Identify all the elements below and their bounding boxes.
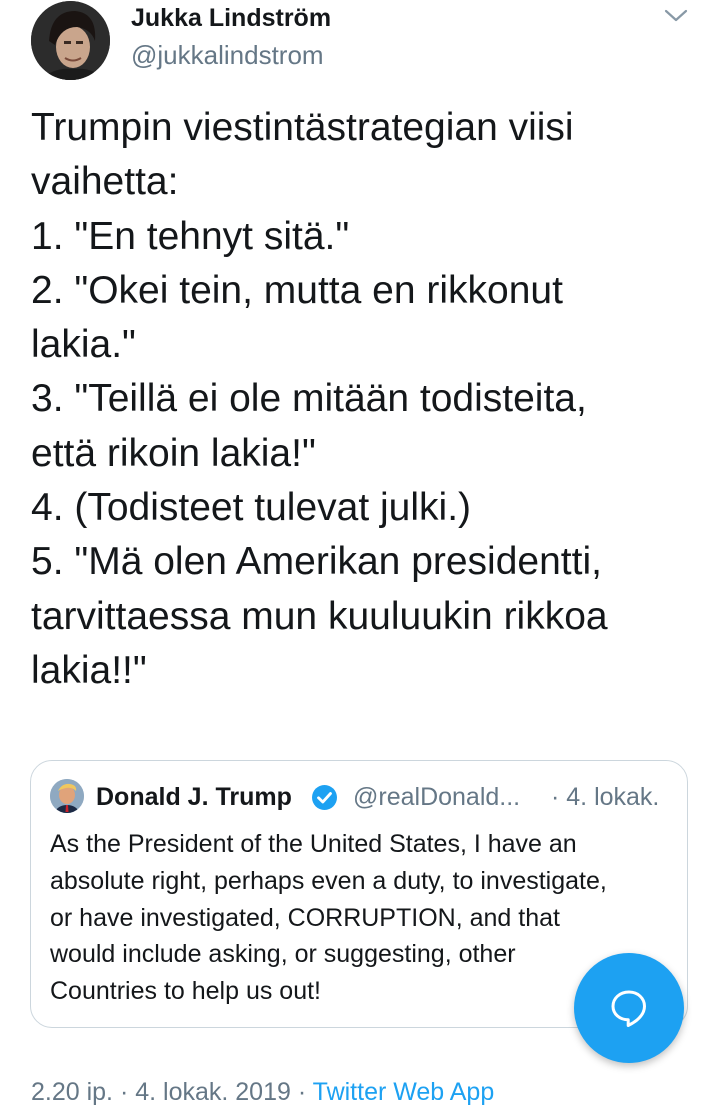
tweet-source-app[interactable]: Twitter Web App	[313, 1078, 495, 1106]
tweet-metadata: 2.20 ip. · 4. lokak. 2019 · Twitter Web …	[31, 1078, 494, 1107]
chevron-down-icon[interactable]	[662, 4, 690, 26]
tweet-text-line: että rikoin lakia!"	[31, 431, 316, 475]
author-handle[interactable]: @jukkalindstrom	[131, 40, 324, 71]
tweet-text-line: Trumpin viestintästrategian viisi	[31, 106, 574, 149]
tweet-text-line: tarvittaessa mun kuuluukin rikkoa	[31, 594, 608, 638]
quoted-tweet-date: · 4. lokak.	[551, 783, 660, 811]
quoted-author-handle: @realDonald...	[353, 783, 521, 811]
tweet-text-line: 3. "Teillä ei ole mitään todisteita,	[31, 377, 587, 421]
meta-separator: ·	[290, 1078, 313, 1106]
quoted-text-line: As the President of the United States, I…	[50, 830, 577, 858]
tweet-text-line: 2. "Okei tein, mutta en rikkonut	[31, 268, 563, 312]
verified-badge-icon	[311, 784, 338, 811]
tweet-text-line: vaihetta:	[31, 160, 179, 204]
tweet-date: 4. lokak. 2019	[135, 1078, 291, 1106]
tweet-text-line: 4. (Todisteet tulevat julki.)	[31, 486, 472, 530]
quoted-author-avatar	[50, 779, 84, 813]
meta-separator: ·	[113, 1078, 136, 1106]
quoted-text-line: or have investigated, CORRUPTION, and th…	[50, 903, 560, 932]
tweet-text-line: 5. "Mä olen Amerikan presidentti,	[31, 540, 602, 584]
tweet-text: Trumpin viestintästrategian viisi vaihet…	[31, 101, 703, 698]
tweet-text-line: lakia!!"	[31, 648, 147, 692]
author-name[interactable]: Jukka Lindström	[131, 4, 331, 33]
tweet-text-line: lakia."	[31, 323, 136, 367]
quoted-text-line: would include asking, or suggesting, oth…	[50, 940, 516, 969]
tweet-time: 2.20 ip.	[31, 1078, 114, 1106]
quoted-author-name: Donald J. Trump	[96, 783, 292, 811]
author-avatar[interactable]	[31, 1, 110, 80]
quoted-text-line: absolute right, perhaps even a duty, to …	[50, 866, 607, 895]
compose-reply-button[interactable]	[574, 953, 684, 1063]
chat-bubble-icon	[611, 990, 646, 1027]
tweet-text-line: 1. "En tehnyt sitä."	[31, 214, 350, 258]
